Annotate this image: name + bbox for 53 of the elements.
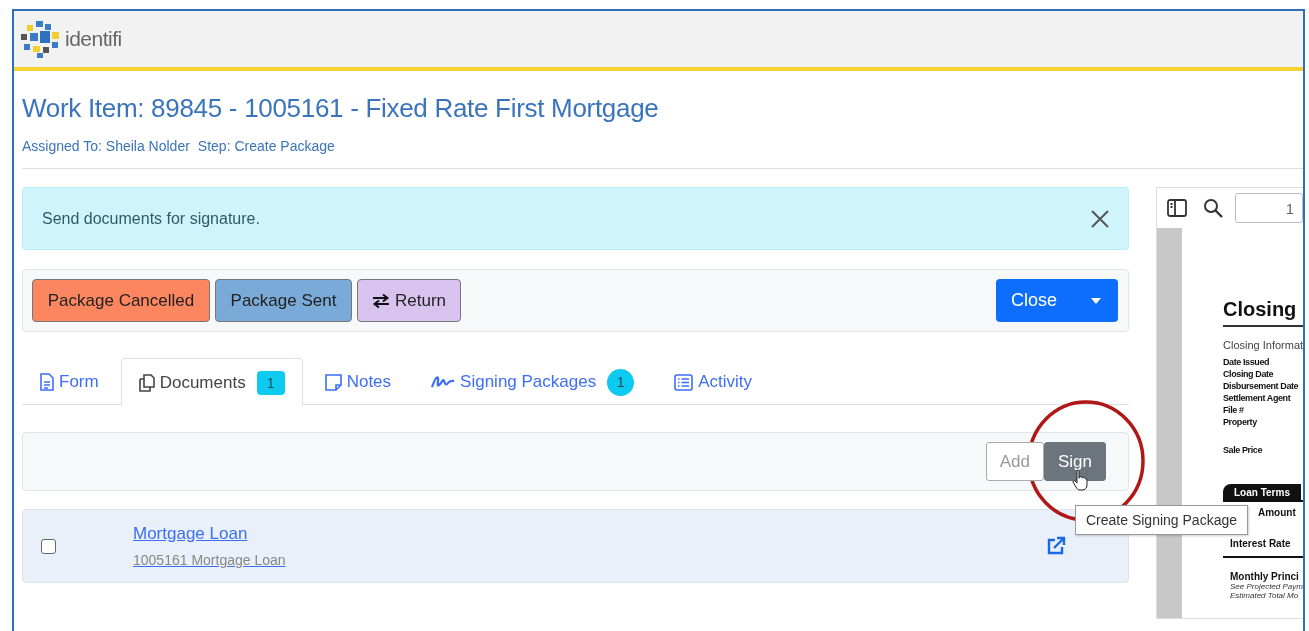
close-dropdown-button[interactable]: Close [996,279,1118,322]
action-button[interactable]: Package Sent [215,279,352,322]
doc-field-label: File # [1223,404,1245,416]
doc-heading: Closing [1223,298,1303,327]
page-number-field[interactable]: 1 [1235,193,1303,223]
doc-field-label: Closing Date [1223,368,1275,380]
close-icon[interactable] [1090,208,1110,229]
tab[interactable]: Notes [306,358,410,405]
doc-row-label: Monthly Princi [1229,571,1300,582]
checkbox[interactable] [41,538,56,554]
tab-label: Signing Packages [460,372,597,392]
doc-section-title: Closing Informat [1223,339,1303,351]
tab-label: Documents [159,372,246,393]
tab-label: Activity [698,372,752,392]
caret-icon [1090,296,1102,305]
search-icon[interactable] [1203,198,1223,218]
count-badge: 1 [607,368,635,396]
step-text: Step: Create Package [197,138,335,154]
tab-label: Notes [346,372,392,392]
toolbar-button[interactable]: Sign [1043,442,1106,481]
signature-icon [431,375,456,389]
doc-row-label: Interest Rate [1223,538,1303,558]
tab[interactable]: Signing Packages 1 [413,358,653,405]
doc-field-label: Settlement Agent [1223,392,1292,404]
external-link-icon[interactable] [1046,536,1066,556]
logo-text: identifi [65,27,122,51]
tooltip: Create Signing Package [1075,505,1248,535]
page-title: Work Item: 89845 - 1005161 - Fixed Rate First Mortgage [22,92,660,124]
toolbar-button[interactable]: Add [985,442,1044,481]
action-button[interactable]: Return [357,279,461,322]
doc-field-label: Date Issued [1223,356,1271,368]
tab[interactable]: Activity [656,358,770,405]
assigned-to-text: Assigned To: Sheila Nolder [22,138,190,154]
note-icon [324,373,342,391]
document-link[interactable]: Mortgage Loan [133,524,248,544]
doc-field-label: Property [1223,416,1258,428]
copy-icon [138,373,155,392]
doc-note: See Projected Paym [1229,582,1303,591]
tab[interactable]: Form [22,358,117,405]
swap-arrows-icon [372,293,390,308]
tab[interactable]: Documents 1 [120,358,303,406]
doc-column-heading: Amount [1258,507,1297,518]
alert-message: Send documents for signature. [42,209,260,228]
action-button[interactable]: Package Cancelled [32,279,210,322]
list-icon [674,373,694,391]
document-sub-link[interactable]: 1005161 Mortgage Loan [133,552,286,568]
count-badge: 1 [256,370,285,395]
sidebar-toggle-icon[interactable] [1167,199,1187,217]
doc-field-label: Sale Price [1223,444,1264,456]
doc-note: Estimated Total Mo [1229,591,1300,600]
file-icon [40,373,54,391]
doc-field-label: Disbursement Date [1223,380,1300,392]
tab-label: Form [59,372,99,392]
